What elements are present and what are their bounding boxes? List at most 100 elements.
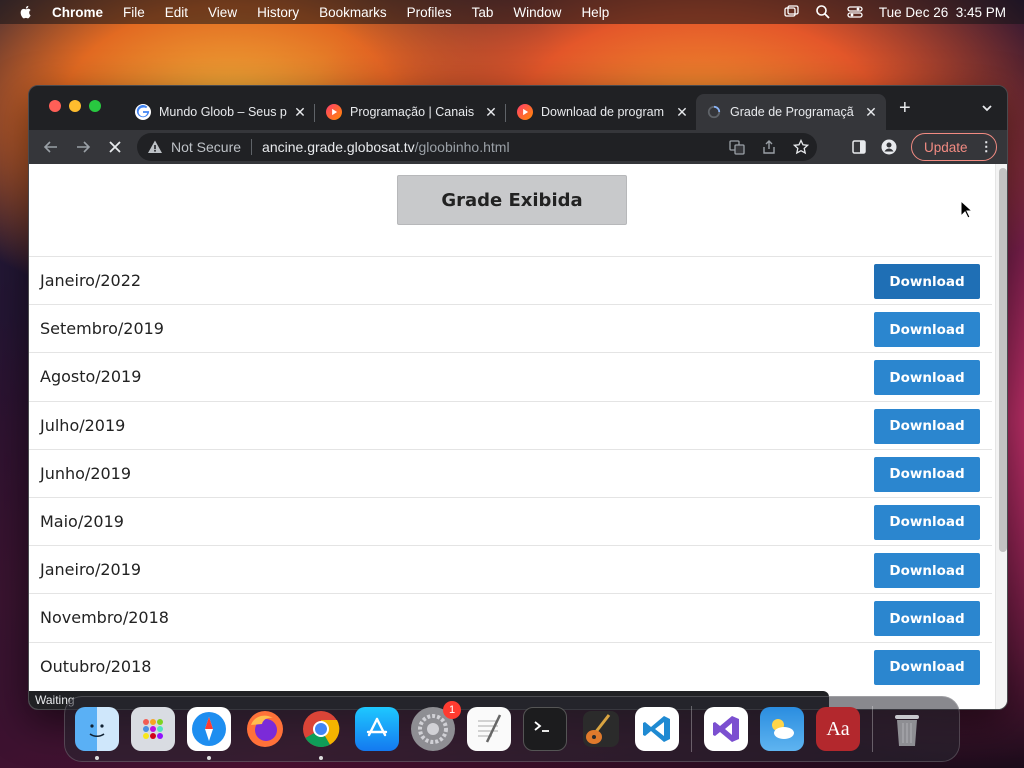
- update-label: Update: [924, 139, 968, 155]
- stop-loading-x-icon[interactable]: [105, 137, 125, 157]
- month-label: Janeiro/2019: [40, 560, 142, 580]
- menu-file[interactable]: File: [123, 5, 145, 20]
- system-settings-icon[interactable]: 1: [411, 701, 461, 751]
- back-arrow-icon[interactable]: [41, 137, 61, 157]
- grade-exibida-button[interactable]: Grade Exibida: [397, 175, 627, 225]
- menu-bookmarks[interactable]: Bookmarks: [319, 5, 387, 20]
- visual-studio-icon[interactable]: [704, 707, 748, 751]
- month-label: Setembro/2019: [40, 319, 164, 339]
- textedit-icon[interactable]: [467, 707, 511, 751]
- weather-icon[interactable]: [760, 707, 804, 751]
- running-indicator: [207, 756, 211, 760]
- month-label: Julho/2019: [40, 415, 126, 435]
- menu-app-name[interactable]: Chrome: [52, 5, 103, 20]
- finder-icon[interactable]: [75, 707, 119, 760]
- profile-avatar-icon[interactable]: [881, 139, 897, 155]
- screen-mirroring-icon[interactable]: [783, 4, 799, 20]
- table-row: Maio/2019 Download: [29, 496, 992, 545]
- forward-arrow-icon[interactable]: [73, 137, 93, 157]
- more-menu-icon[interactable]: ⋮: [980, 139, 994, 155]
- app-store-icon[interactable]: [355, 707, 399, 751]
- bookmark-star-icon[interactable]: [793, 139, 809, 155]
- download-button[interactable]: Download: [874, 264, 980, 299]
- minimize-window-button[interactable]: [69, 100, 81, 112]
- table-row: Junho/2019 Download: [29, 448, 992, 497]
- control-center-icon[interactable]: [847, 4, 863, 20]
- menu-window[interactable]: Window: [513, 5, 561, 20]
- zoom-window-button[interactable]: [89, 100, 101, 112]
- download-button[interactable]: Download: [874, 456, 980, 492]
- tab-title: Mundo Gloob – Seus p: [159, 105, 287, 119]
- menu-view[interactable]: View: [208, 5, 237, 20]
- mouse-pointer-icon: [960, 200, 974, 219]
- download-button[interactable]: Download: [874, 360, 980, 396]
- table-row: Agosto/2019 Download: [29, 352, 992, 400]
- garageband-icon[interactable]: [579, 707, 623, 751]
- page-scrollbar[interactable]: [995, 164, 1007, 709]
- month-label: Junho/2019: [40, 463, 132, 483]
- tab-search-chevron-icon[interactable]: [981, 102, 993, 114]
- new-tab-plus-icon[interactable]: +: [899, 98, 911, 118]
- month-label: Agosto/2019: [40, 367, 142, 387]
- toolbar-right-actions: Update ⋮: [851, 133, 997, 161]
- tab-download-programacao[interactable]: Download de program ✕: [507, 94, 697, 130]
- table-row: Novembro/2018 Download: [29, 593, 992, 641]
- not-secure-label[interactable]: Not Secure: [171, 139, 241, 155]
- side-panel-icon[interactable]: [851, 139, 867, 155]
- trash-icon[interactable]: [885, 707, 929, 751]
- notification-badge: 1: [443, 701, 461, 719]
- tab-separator: [505, 104, 506, 122]
- launchpad-icon[interactable]: [131, 707, 175, 751]
- tab-close-icon[interactable]: ✕: [860, 104, 882, 121]
- menu-edit[interactable]: Edit: [165, 5, 188, 20]
- vscode-icon[interactable]: [635, 707, 679, 751]
- tab-mundo-gloob[interactable]: Mundo Gloob – Seus p ✕: [125, 94, 315, 130]
- menu-help[interactable]: Help: [581, 5, 609, 20]
- table-row: Janeiro/2022 Download: [29, 256, 992, 304]
- dock-separator: [872, 706, 873, 752]
- tab-close-icon[interactable]: ✕: [289, 104, 311, 121]
- download-button[interactable]: Download: [874, 649, 980, 685]
- menu-clock[interactable]: Tue Dec 26 3:45 PM: [879, 5, 1006, 20]
- update-button[interactable]: Update ⋮: [911, 133, 997, 161]
- tab-programacao-canais[interactable]: Programação | Canais ✕: [316, 94, 506, 130]
- table-row: Outubro/2018 Download: [29, 641, 992, 690]
- tab-title: Programação | Canais: [350, 105, 475, 119]
- tab-close-icon[interactable]: ✕: [671, 104, 693, 121]
- warning-triangle-icon[interactable]: [147, 139, 163, 155]
- tab-title: Grade de Programaçã: [730, 105, 854, 119]
- download-button[interactable]: Download: [874, 504, 980, 540]
- url-path: /gloobinho.html: [414, 139, 510, 155]
- menu-history[interactable]: History: [257, 5, 299, 20]
- firefox-icon[interactable]: [243, 707, 287, 751]
- share-icon[interactable]: [761, 139, 777, 155]
- safari-icon[interactable]: [187, 707, 231, 760]
- terminal-icon[interactable]: [523, 707, 567, 751]
- month-label: Maio/2019: [40, 512, 124, 532]
- download-button[interactable]: Download: [874, 601, 980, 637]
- google-icon: [135, 104, 151, 120]
- dictionary-glyph: Aa: [826, 717, 850, 740]
- globoplay-icon: [517, 104, 533, 120]
- spotlight-search-icon[interactable]: [815, 4, 831, 20]
- menu-tab[interactable]: Tab: [472, 5, 494, 20]
- close-window-button[interactable]: [49, 100, 61, 112]
- scrollbar-thumb[interactable]: [999, 168, 1007, 552]
- download-button[interactable]: Download: [874, 408, 980, 444]
- apple-menu-icon[interactable]: [18, 4, 34, 20]
- loading-spinner-icon: [706, 104, 722, 120]
- window-controls: [49, 100, 101, 112]
- tab-close-icon[interactable]: ✕: [480, 104, 502, 121]
- translate-icon[interactable]: [729, 139, 745, 155]
- chrome-icon[interactable]: [299, 707, 343, 760]
- month-label: Janeiro/2022: [40, 271, 142, 291]
- globoplay-icon: [326, 104, 342, 120]
- tab-strip: Mundo Gloob – Seus p ✕ Programação | Can…: [29, 86, 1007, 130]
- download-button[interactable]: Download: [874, 553, 980, 589]
- address-bar[interactable]: Not Secure ancine.grade.globosat.tv /glo…: [137, 133, 817, 161]
- tab-grade-programacao[interactable]: Grade de Programaçã ✕: [696, 94, 886, 130]
- running-indicator: [319, 756, 323, 760]
- dictionary-icon[interactable]: Aa: [816, 707, 860, 751]
- download-button[interactable]: Download: [874, 312, 980, 348]
- menu-profiles[interactable]: Profiles: [407, 5, 452, 20]
